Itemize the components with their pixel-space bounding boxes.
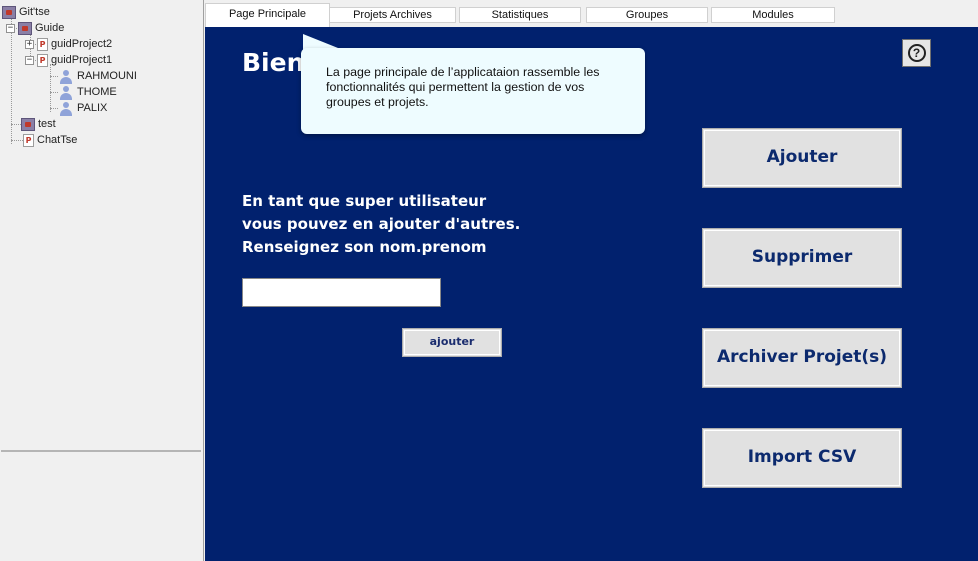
instruction-line: Renseignez son nom.prenom [242, 238, 487, 256]
group-icon [21, 117, 35, 131]
tree-connector [11, 124, 21, 125]
tree-item-chattse[interactable]: P ChatTse [23, 132, 77, 148]
tree-item-label: Guide [35, 22, 65, 34]
tree-item-label: guidProject1 [51, 54, 113, 66]
tree-item-root[interactable]: Git'tse [2, 4, 50, 20]
tab-bar: Page Principale Projets Archives Statist… [205, 0, 978, 27]
tree-item-label: test [38, 118, 56, 130]
collapse-icon[interactable]: − [6, 23, 15, 33]
tree-item-guidproject2[interactable]: + P guidProject2 [25, 36, 112, 52]
user-icon [58, 101, 74, 116]
archiver-projets-button[interactable]: Archiver Projet(s) [702, 328, 902, 388]
super-user-instructions: En tant que super utilisateur vous pouve… [242, 190, 520, 259]
collapse-icon[interactable]: − [25, 55, 34, 65]
user-icon [58, 69, 74, 84]
tree-item-guide[interactable]: − Guide [6, 20, 64, 36]
user-icon [58, 85, 74, 100]
main-panel: Bienv La page principale de l’applicatai… [205, 27, 978, 561]
tree-item-user-palix[interactable]: PALIX [58, 100, 107, 116]
ajouter-user-button[interactable]: ajouter [402, 328, 502, 357]
tree-connector [50, 64, 51, 112]
tab-projets-archives[interactable]: Projets Archives [329, 7, 456, 23]
tree-connector [50, 92, 58, 93]
help-icon: ? [907, 44, 926, 62]
tree-item-label: THOME [77, 86, 117, 98]
help-tooltip: La page principale de l’applicataion ras… [301, 48, 645, 134]
tab-page-principale[interactable]: Page Principale [205, 3, 330, 27]
tree-item-label: Git'tse [19, 6, 50, 18]
tab-statistiques[interactable]: Statistiques [459, 7, 581, 23]
help-button[interactable]: ? [902, 39, 931, 67]
group-icon [18, 21, 32, 35]
tab-groupes[interactable]: Groupes [586, 7, 708, 23]
tree-panel: Git'tse − Guide + P guidProject2 − P gui… [0, 0, 204, 561]
instruction-line: En tant que super utilisateur [242, 192, 487, 210]
tooltip-text: La page principale de l’applicataion ras… [326, 65, 600, 109]
tree-connector [50, 76, 58, 77]
tree-item-label: ChatTse [37, 134, 78, 146]
tree-item-label: guidProject2 [51, 38, 113, 50]
tree-item-label: PALIX [77, 102, 108, 114]
project-icon: P [37, 53, 48, 67]
instruction-line: vous pouvez en ajouter d'autres. [242, 215, 521, 233]
nom-prenom-input[interactable] [242, 278, 441, 307]
ajouter-button[interactable]: Ajouter [702, 128, 902, 188]
tree-item-user-thome[interactable]: THOME [58, 84, 117, 100]
tree-connector [50, 108, 58, 109]
supprimer-button[interactable]: Supprimer [702, 228, 902, 288]
tree-connector [11, 140, 23, 141]
project-icon: P [23, 133, 34, 147]
expand-icon[interactable]: + [25, 39, 34, 49]
tab-modules[interactable]: Modules [711, 7, 835, 23]
project-tree: Git'tse − Guide + P guidProject2 − P gui… [1, 2, 201, 452]
project-icon: P [37, 37, 48, 51]
tree-item-test[interactable]: test [21, 116, 56, 132]
import-csv-button[interactable]: Import CSV [702, 428, 902, 488]
tree-item-user-rahmouni[interactable]: RAHMOUNI [58, 68, 137, 84]
root-group-icon [2, 5, 16, 19]
tree-item-guidproject1[interactable]: − P guidProject1 [25, 52, 112, 68]
tree-item-label: RAHMOUNI [77, 70, 137, 82]
